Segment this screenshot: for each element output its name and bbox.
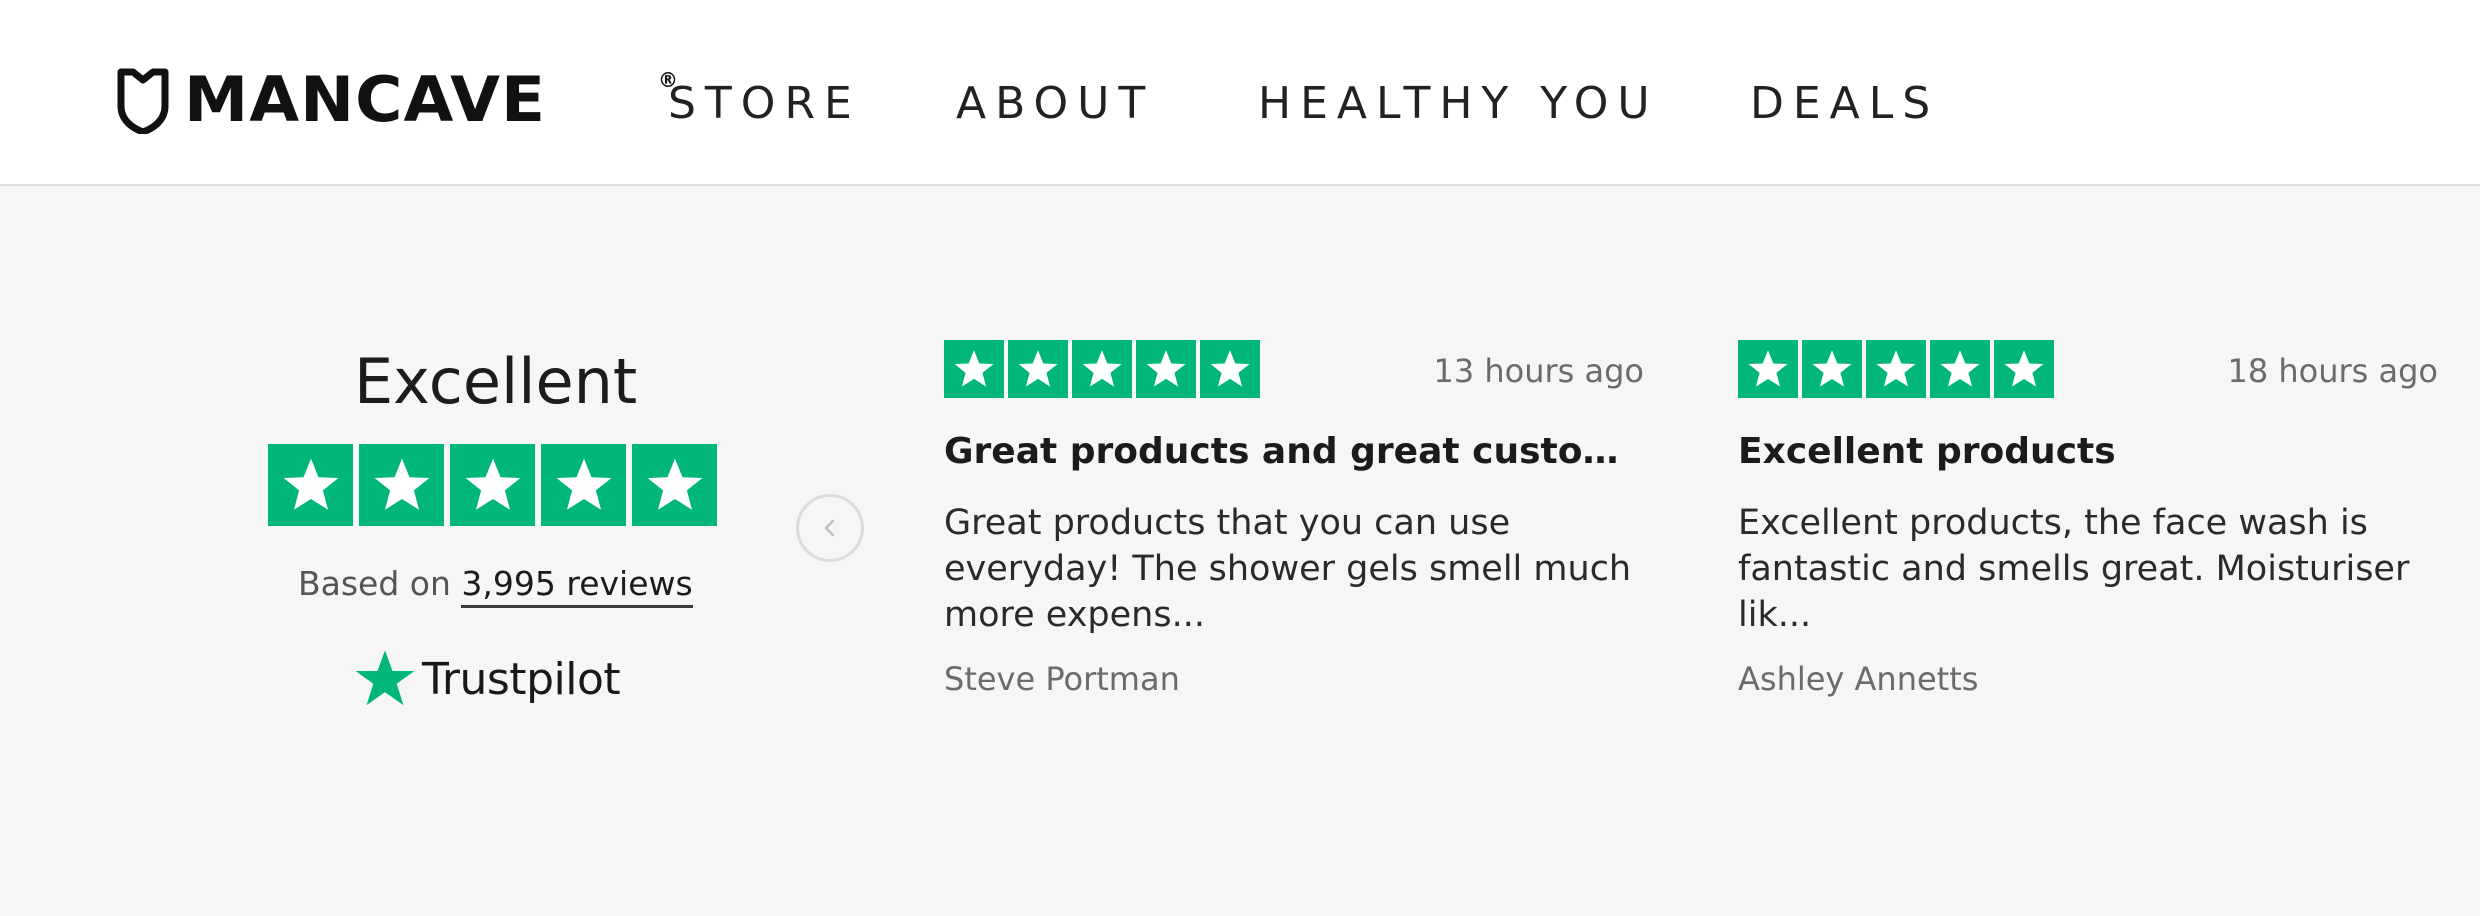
review-time: 13 hours ago xyxy=(1433,352,1644,390)
star-icon xyxy=(1072,340,1132,398)
based-on-label: Based on xyxy=(298,564,451,603)
star-icon xyxy=(1866,340,1926,398)
review-title: Excellent products xyxy=(1738,431,2116,472)
star-icon xyxy=(944,340,1004,398)
star-icon xyxy=(1008,340,1068,398)
nav-about[interactable]: ABOUT xyxy=(956,74,1154,134)
star-icon xyxy=(1930,340,1990,398)
review-body: Excellent products, the face wash is fan… xyxy=(1738,503,2410,635)
star-icon xyxy=(268,444,353,526)
star-icon xyxy=(632,444,717,526)
star-icon xyxy=(450,444,535,526)
summary-star-rating xyxy=(268,444,717,526)
star-icon xyxy=(1136,340,1196,398)
review-star-rating xyxy=(1738,340,2054,398)
trustpilot-logo[interactable]: Trustpilot xyxy=(352,644,621,714)
trustpilot-wordmark: Trustpilot xyxy=(422,653,621,705)
review-time: 18 hours ago xyxy=(2227,352,2438,390)
review-author: Steve Portman xyxy=(944,660,1180,698)
mancave-logo[interactable]: MANCAVE ® xyxy=(116,64,678,136)
review-author: Ashley Annetts xyxy=(1738,660,1979,698)
shield-icon xyxy=(117,68,169,134)
carousel-prev-button[interactable] xyxy=(796,494,864,562)
trustpilot-star-icon xyxy=(355,650,415,706)
rating-label: Excellent xyxy=(354,345,638,418)
review-title: Great products and great customer... xyxy=(944,431,1644,472)
star-icon xyxy=(1200,340,1260,398)
review-count-text: Based on 3,995 reviews xyxy=(298,562,693,608)
star-icon xyxy=(1738,340,1798,398)
reviews-count-link[interactable]: 3,995 reviews xyxy=(461,564,693,608)
star-icon xyxy=(359,444,444,526)
nav-deals[interactable]: DEALS xyxy=(1750,74,1939,134)
star-icon xyxy=(1994,340,2054,398)
site-header: MANCAVE ® STORE ABOUT HEALTHY YOU DEALS xyxy=(0,0,2480,186)
review-star-rating xyxy=(944,340,1260,398)
logo-text: MANCAVE xyxy=(184,63,547,136)
nav-store[interactable]: STORE xyxy=(668,74,861,134)
review-body: Great products that you can use everyday… xyxy=(944,503,1632,635)
nav-healthy-you[interactable]: HEALTHY YOU xyxy=(1258,74,1659,134)
star-icon xyxy=(541,444,626,526)
chevron-left-icon xyxy=(824,519,835,537)
star-icon xyxy=(1802,340,1862,398)
